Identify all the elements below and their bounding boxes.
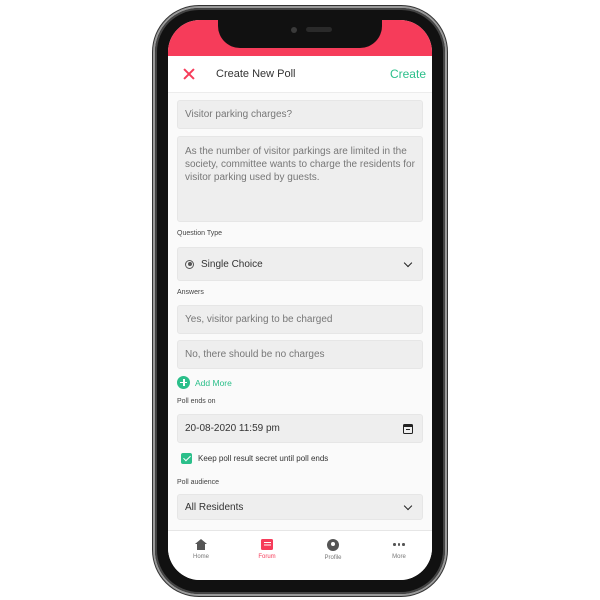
tab-forum[interactable]: Forum xyxy=(234,531,300,580)
phone-screen: Create New Poll Create Visitor parking c… xyxy=(168,20,432,580)
chevron-down-icon xyxy=(403,258,413,267)
add-more-label: Add More xyxy=(195,377,232,388)
description-value: As the number of visitor parkings are li… xyxy=(185,146,415,183)
camera-icon xyxy=(291,27,297,33)
secret-result-label: Keep poll result secret until poll ends xyxy=(198,454,329,463)
tab-label: Forum xyxy=(258,554,276,560)
answers-label: Answers xyxy=(177,289,204,296)
plus-circle-icon xyxy=(177,376,190,389)
tab-more[interactable]: More xyxy=(366,531,432,580)
home-icon xyxy=(195,539,207,550)
tab-label: Home xyxy=(192,554,209,560)
tab-label: Profile xyxy=(324,555,342,561)
chevron-down-icon xyxy=(403,501,413,510)
poll-audience-label: Poll audience xyxy=(177,479,220,486)
answer-value: No, there should be no charges xyxy=(185,349,325,360)
tab-profile[interactable]: Profile xyxy=(300,531,366,580)
profile-icon xyxy=(327,539,339,551)
bottom-tab-bar: Home Forum Profile More xyxy=(168,530,432,580)
calendar-icon[interactable] xyxy=(403,423,413,434)
question-type-label: Question Type xyxy=(177,230,223,237)
tab-home[interactable]: Home xyxy=(168,531,234,580)
secret-result-checkbox[interactable] xyxy=(181,453,192,464)
poll-ends-label: Poll ends on xyxy=(177,398,216,405)
forum-icon xyxy=(261,539,273,550)
answer-input[interactable]: No, there should be no charges xyxy=(177,340,423,369)
description-textarea[interactable]: As the number of visitor parkings are li… xyxy=(177,136,423,222)
poll-audience-select[interactable]: All Residents xyxy=(177,494,423,520)
question-type-select[interactable]: Single Choice xyxy=(177,247,423,281)
poll-audience-value: All Residents xyxy=(185,501,244,513)
add-more-button[interactable]: Add More xyxy=(177,376,232,389)
secret-result-option: Keep poll result secret until poll ends xyxy=(181,453,328,464)
close-icon[interactable] xyxy=(182,67,196,81)
phone-frame: Create New Poll Create Visitor parking c… xyxy=(155,8,445,594)
question-input-value: Visitor parking charges? xyxy=(185,109,293,120)
create-button[interactable]: Create xyxy=(390,67,426,81)
notch xyxy=(218,20,382,48)
page-title: Create New Poll xyxy=(216,68,296,80)
speaker-icon xyxy=(306,27,332,32)
question-input[interactable]: Visitor parking charges? xyxy=(177,100,423,129)
answer-value: Yes, visitor parking to be charged xyxy=(185,314,333,325)
poll-end-date-input[interactable]: 20-08-2020 11:59 pm xyxy=(177,414,423,443)
answer-input[interactable]: Yes, visitor parking to be charged xyxy=(177,305,423,334)
poll-end-date-value: 20-08-2020 11:59 pm xyxy=(185,423,280,434)
poll-form: Visitor parking charges? As the number o… xyxy=(168,93,432,530)
app-bar: Create New Poll Create xyxy=(168,56,432,93)
more-icon xyxy=(393,539,405,550)
status-bar xyxy=(168,20,432,56)
question-type-value: Single Choice xyxy=(201,258,263,270)
tab-label: More xyxy=(392,554,406,560)
radio-icon xyxy=(185,259,194,269)
